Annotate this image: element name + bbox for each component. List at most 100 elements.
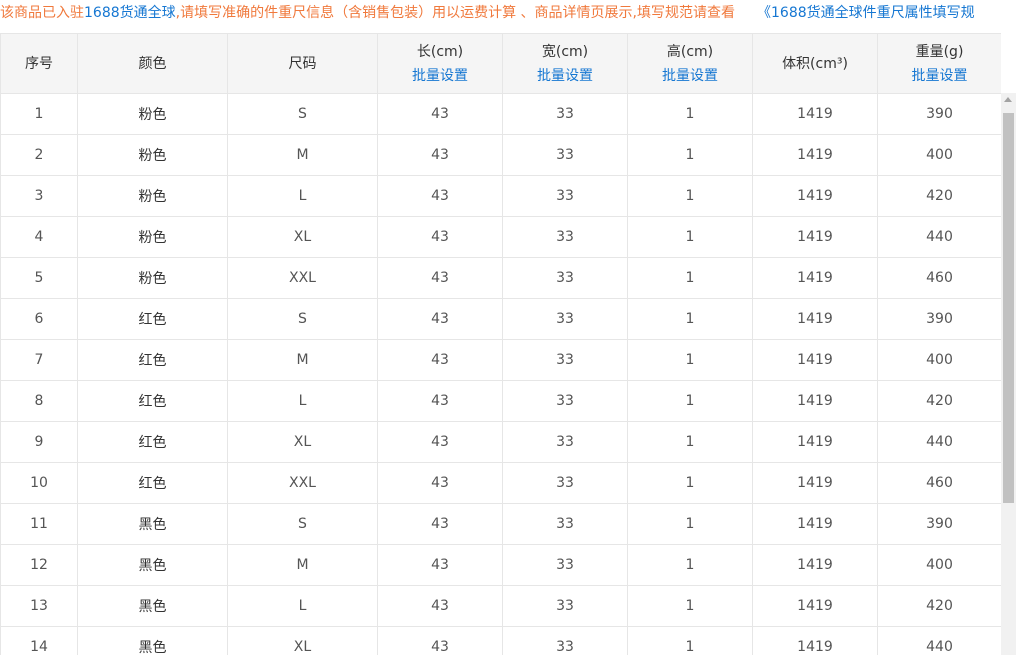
header-volume: 体积(cm³) [752,33,878,94]
notice-text-2: ,请填写准确的件重尺信息（含销售包装）用以运费计算 、商品详情页展示,填写规范请… [175,5,735,21]
cell-color: 红色 [77,339,228,381]
cell-weight: 440 [877,626,1001,655]
cell-index: 3 [0,175,78,217]
cell-height: 1 [627,585,753,627]
cell-color: 粉色 [77,93,228,135]
cell-size: S [227,93,378,135]
cell-weight: 440 [877,421,1001,463]
header-row: 序号 颜色 尺码 长(cm) 批量设置 宽(cm) 批量设置 高(cm) 批量设… [0,33,1001,94]
cell-volume: 1419 [752,257,878,299]
header-color-label: 颜色 [138,55,167,72]
table-body: 1 粉色 S 43 33 1 1419 390 2 粉色 M 43 33 1 1419 400 3 粉色 L 43 33… [0,93,1001,655]
table-row: 10 红色 XXL 43 33 1 1419 460 [0,462,1001,504]
cell-width: 33 [502,503,628,545]
cell-height: 1 [627,339,753,381]
cell-color: 黑色 [77,544,228,586]
cell-width: 33 [502,134,628,176]
cell-length: 43 [377,216,503,258]
cell-height: 1 [627,544,753,586]
cell-width: 33 [502,544,628,586]
scrollbar-thumb[interactable] [1003,113,1014,503]
cell-width: 33 [502,93,628,135]
cell-length: 43 [377,626,503,655]
cell-size: XL [227,216,378,258]
cell-volume: 1419 [752,93,878,135]
batch-set-width-link[interactable]: 批量设置 [503,64,627,88]
cell-weight: 400 [877,544,1001,586]
table-header: 序号 颜色 尺码 长(cm) 批量设置 宽(cm) 批量设置 高(cm) 批量设… [0,33,1001,94]
cell-weight: 460 [877,257,1001,299]
cell-length: 43 [377,134,503,176]
spec-guide-link[interactable]: 《1688货通全球件重尺属性填写规 [757,5,975,21]
cell-height: 1 [627,257,753,299]
table-row: 5 粉色 XXL 43 33 1 1419 460 [0,257,1001,299]
cell-index: 4 [0,216,78,258]
cell-height: 1 [627,216,753,258]
cell-index: 7 [0,339,78,381]
cell-length: 43 [377,298,503,340]
header-index: 序号 [0,33,78,94]
cell-width: 33 [502,216,628,258]
vertical-scrollbar[interactable] [1001,93,1016,655]
batch-set-weight-link[interactable]: 批量设置 [878,64,1001,88]
cell-weight: 400 [877,339,1001,381]
table-row: 3 粉色 L 43 33 1 1419 420 [0,175,1001,217]
cell-width: 33 [502,421,628,463]
header-color: 颜色 [77,33,228,94]
cell-length: 43 [377,503,503,545]
cell-index: 2 [0,134,78,176]
batch-set-length-link[interactable]: 批量设置 [378,64,502,88]
cell-width: 33 [502,626,628,655]
cell-weight: 420 [877,585,1001,627]
cell-width: 33 [502,175,628,217]
cell-height: 1 [627,298,753,340]
cell-volume: 1419 [752,134,878,176]
cell-height: 1 [627,462,753,504]
cell-height: 1 [627,626,753,655]
cell-size: XXL [227,462,378,504]
notice-text-1: 该商品已入驻 [0,5,84,21]
header-length: 长(cm) 批量设置 [377,33,503,94]
cell-height: 1 [627,421,753,463]
header-weight-label: 重量(g) [915,43,964,60]
cell-color: 红色 [77,298,228,340]
header-width: 宽(cm) 批量设置 [502,33,628,94]
cell-index: 9 [0,421,78,463]
cell-size: M [227,339,378,381]
header-height: 高(cm) 批量设置 [627,33,753,94]
header-index-label: 序号 [25,55,53,72]
cell-height: 1 [627,134,753,176]
cell-size: M [227,544,378,586]
cell-index: 10 [0,462,78,504]
cell-volume: 1419 [752,544,878,586]
cell-height: 1 [627,380,753,422]
cell-width: 33 [502,585,628,627]
cell-width: 33 [502,462,628,504]
cell-size: L [227,585,378,627]
cell-weight: 420 [877,175,1001,217]
header-width-label: 宽(cm) [541,43,589,60]
cell-size: XL [227,421,378,463]
table-row: 11 黑色 S 43 33 1 1419 390 [0,503,1001,545]
cell-size: XL [227,626,378,655]
cell-weight: 390 [877,93,1001,135]
cell-color: 红色 [77,462,228,504]
header-length-label: 长(cm) [416,43,464,60]
notice-bar: 该商品已入驻1688货通全球,请填写准确的件重尺信息（含销售包装）用以运费计算 … [0,0,1016,30]
cell-volume: 1419 [752,421,878,463]
cell-size: XXL [227,257,378,299]
cell-length: 43 [377,462,503,504]
scroll-up-arrow-icon[interactable] [1004,97,1012,102]
header-size-label: 尺码 [288,55,317,72]
cell-volume: 1419 [752,626,878,655]
cell-length: 43 [377,339,503,381]
table-row: 4 粉色 XL 43 33 1 1419 440 [0,216,1001,258]
batch-set-height-link[interactable]: 批量设置 [628,64,752,88]
table-row: 2 粉色 M 43 33 1 1419 400 [0,134,1001,176]
cell-color: 黑色 [77,585,228,627]
table-row: 9 红色 XL 43 33 1 1419 440 [0,421,1001,463]
cell-size: S [227,503,378,545]
cell-height: 1 [627,175,753,217]
cell-color: 粉色 [77,257,228,299]
cell-height: 1 [627,93,753,135]
